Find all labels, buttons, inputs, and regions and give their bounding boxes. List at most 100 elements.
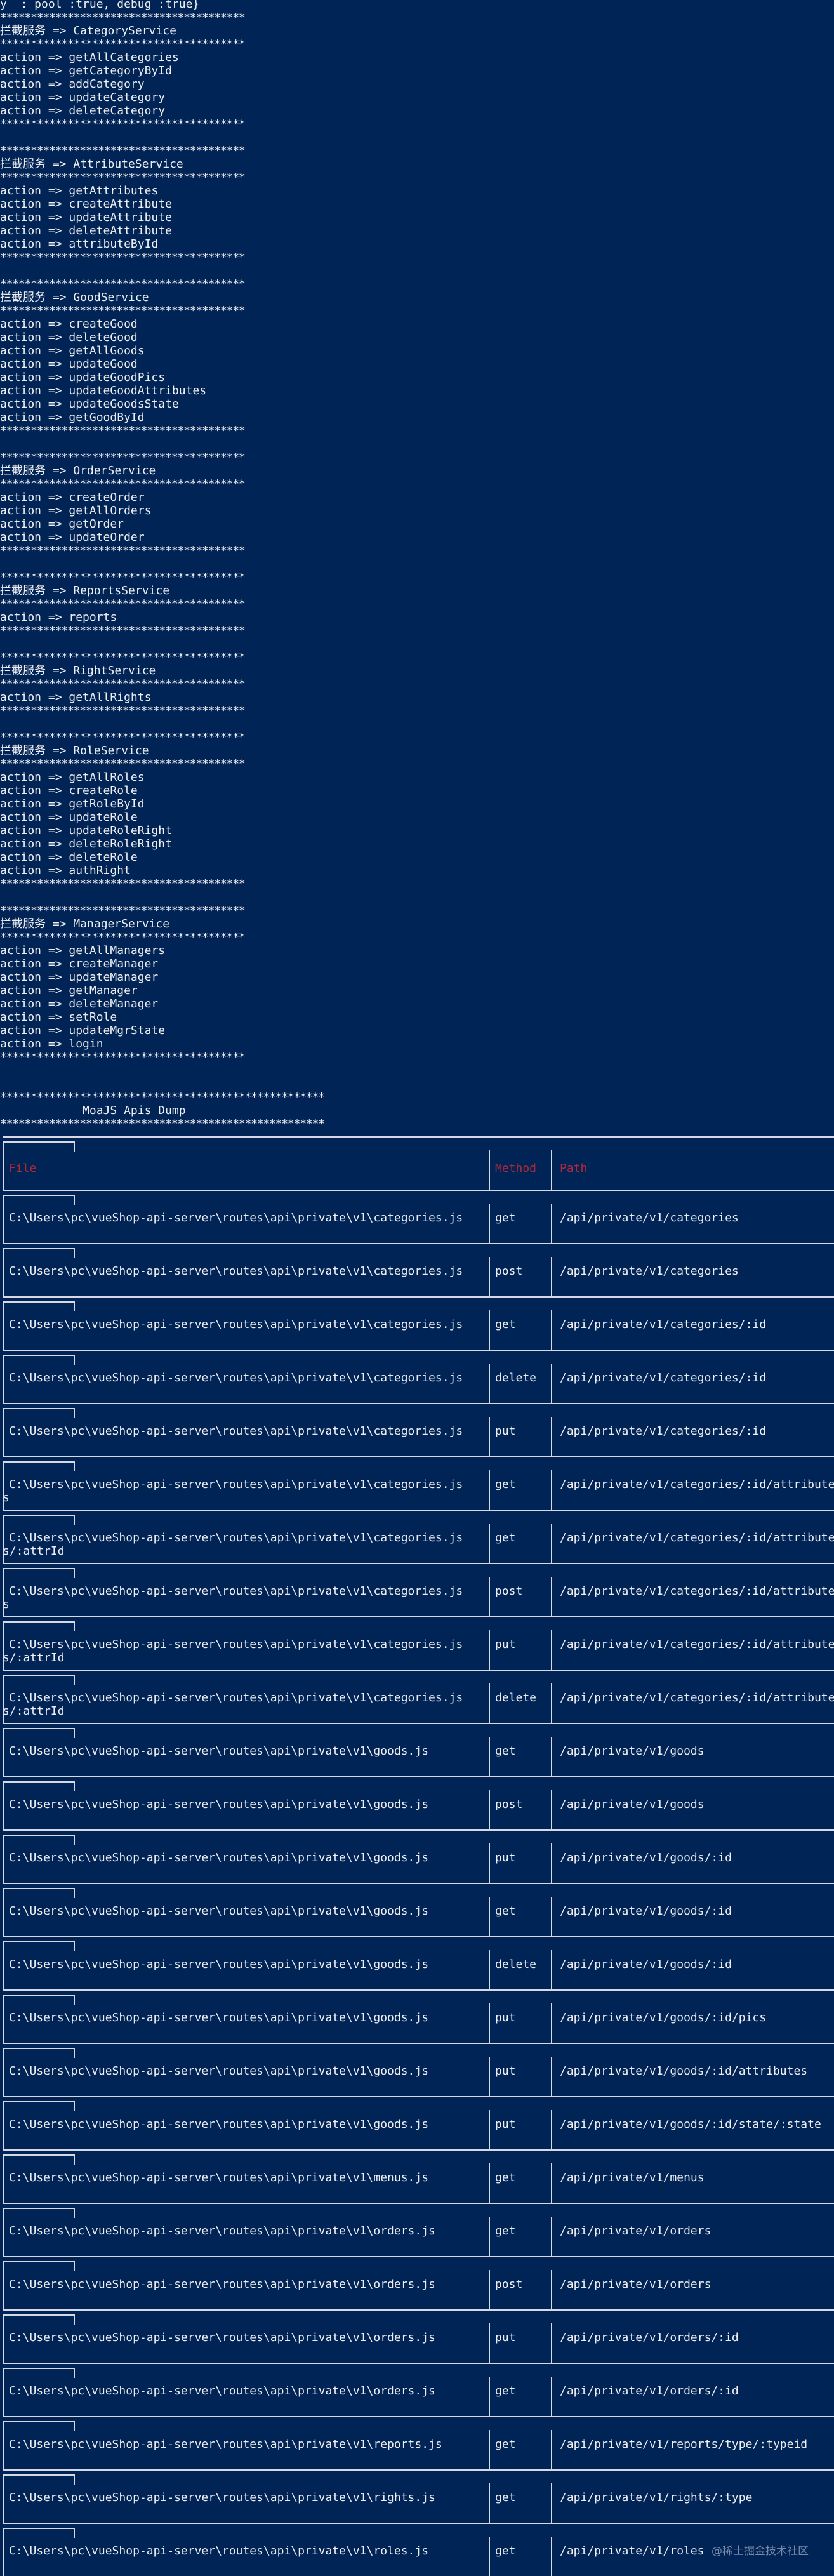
path-cell: /api/private/v1/orders (560, 2224, 712, 2238)
separator-line: ****************************************… (0, 1091, 325, 1104)
table-row: C:\Users\pc\vueShop-api-server\routes\ap… (0, 1936, 834, 1989)
file-cell: C:\Users\pc\vueShop-api-server\routes\ap… (9, 1531, 463, 1544)
action-line: action => deleteManager (0, 997, 159, 1011)
separator-line: **************************************** (0, 251, 246, 264)
method-cell: get (495, 1211, 516, 1225)
service-title: 拦截服务 => RoleService (0, 744, 149, 757)
table-row: C:\Users\pc\vueShop-api-server\routes\ap… (0, 1989, 834, 2043)
table-row: C:\Users\pc\vueShop-api-server\routes\ap… (0, 1616, 834, 1670)
table-row: C:\Users\pc\vueShop-api-server\routes\ap… (0, 1563, 834, 1616)
path-cell: /api/private/v1/rights/:type (560, 2491, 753, 2504)
path-cell: /api/private/v1/goods/:id (560, 1851, 732, 1864)
action-line: action => updateManager (0, 971, 159, 984)
file-cell: C:\Users\pc\vueShop-api-server\routes\ap… (9, 1371, 463, 1384)
action-line: action => getCategoryById (0, 64, 172, 77)
path-wrap-cell: s (3, 1491, 10, 1504)
action-line: action => updateRole (0, 811, 138, 824)
method-cell: put (495, 2011, 516, 2024)
file-cell: C:\Users\pc\vueShop-api-server\routes\ap… (9, 1265, 463, 1278)
separator-line: **************************************** (0, 677, 246, 691)
table-row: C:\Users\pc\vueShop-api-server\routes\ap… (0, 2416, 834, 2469)
method-cell: get (495, 1904, 516, 1918)
path-cell: Path (560, 1162, 588, 1175)
separator-line: **************************************** (0, 757, 246, 771)
file-cell: C:\Users\pc\vueShop-api-server\routes\ap… (9, 2224, 435, 2238)
action-line: action => createRole (0, 784, 138, 797)
path-cell: /api/private/v1/goods/:id/attributes (560, 2064, 808, 2078)
separator-line: **************************************** (0, 704, 246, 717)
path-cell: /api/private/v1/categories/:id/attribute (560, 1478, 834, 1491)
file-cell: C:\Users\pc\vueShop-api-server\routes\ap… (9, 1851, 429, 1864)
action-line: action => getOrder (0, 517, 124, 531)
path-cell: /api/private/v1/categories (560, 1265, 739, 1278)
table-row: C:\Users\pc\vueShop-api-server\routes\ap… (0, 1510, 834, 1563)
separator-line: **************************************** (0, 651, 246, 664)
path-cell: /api/private/v1/categories (560, 1211, 739, 1225)
method-cell: put (495, 2331, 516, 2344)
separator-line: **************************************** (0, 451, 246, 464)
watermark: @稀土掘金技术社区 (712, 2545, 809, 2558)
method-cell: delete (495, 1691, 537, 1704)
action-line: action => getAllRights (0, 691, 152, 704)
separator-line: **************************************** (0, 624, 246, 637)
file-cell: C:\Users\pc\vueShop-api-server\routes\ap… (9, 2118, 429, 2131)
action-line: action => reports (0, 611, 117, 624)
path-cell: /api/private/v1/orders/:id (560, 2331, 739, 2344)
separator-line: **************************************** (0, 477, 246, 491)
action-line: action => updateAttribute (0, 211, 172, 224)
table-row: C:\Users\pc\vueShop-api-server\routes\ap… (0, 2256, 834, 2309)
file-cell: C:\Users\pc\vueShop-api-server\routes\ap… (9, 2011, 429, 2024)
action-line: action => deleteGood (0, 331, 138, 344)
action-line: action => updateRoleRight (0, 824, 172, 837)
table-row: C:\Users\pc\vueShop-api-server\routes\ap… (0, 2149, 834, 2203)
method-cell: get (495, 2544, 516, 2558)
file-cell: C:\Users\pc\vueShop-api-server\routes\ap… (9, 1691, 463, 1704)
action-line: action => getRoleById (0, 797, 145, 811)
method-cell: get (495, 1318, 516, 1331)
method-cell: post (495, 1265, 523, 1278)
action-line: action => getAllRoles (0, 771, 145, 784)
action-line: action => deleteRole (0, 851, 138, 864)
action-line: action => deleteCategory (0, 104, 166, 117)
path-cell: /api/private/v1/orders (560, 2278, 712, 2291)
action-line: action => setRole (0, 1011, 117, 1024)
action-line: action => updateCategory (0, 91, 166, 104)
file-cell: C:\Users\pc\vueShop-api-server\routes\ap… (9, 2064, 429, 2078)
separator-line: **************************************** (0, 597, 246, 611)
table-row: C:\Users\pc\vueShop-api-server\routes\ap… (0, 1723, 834, 1776)
table-row: C:\Users\pc\vueShop-api-server\routes\ap… (0, 1776, 834, 1829)
method-cell: delete (495, 1371, 537, 1384)
file-cell: C:\Users\pc\vueShop-api-server\routes\ap… (9, 2438, 442, 2451)
action-line: action => getManager (0, 984, 138, 997)
path-cell: /api/private/v1/categories/:id/attribute (560, 1691, 834, 1704)
path-cell: /api/private/v1/goods (560, 1744, 705, 1758)
method-cell: get (495, 1531, 516, 1544)
path-cell: /api/private/v1/goods (560, 1798, 705, 1811)
action-line: action => deleteRoleRight (0, 837, 172, 851)
method-cell: get (495, 2384, 516, 2398)
action-line: action => login (0, 1037, 103, 1051)
table-row: C:\Users\pc\vueShop-api-server\routes\ap… (0, 1670, 834, 1723)
action-line: action => addCategory (0, 77, 145, 91)
separator-line: **************************************** (0, 277, 246, 291)
separator-line: **************************************** (0, 904, 246, 917)
table-row: C:\Users\pc\vueShop-api-server\routes\ap… (0, 1883, 834, 1936)
action-line: action => updateGoodAttributes (0, 384, 207, 397)
path-cell: /api/private/v1/roles (560, 2544, 705, 2558)
action-line: action => authRight (0, 864, 131, 877)
action-line: action => getAllOrders (0, 504, 152, 517)
action-line: action => createManager (0, 957, 159, 971)
path-cell: /api/private/v1/categories/:id (560, 1371, 767, 1384)
table-row: C:\Users\pc\vueShop-api-server\routes\ap… (0, 2043, 834, 2096)
method-cell: get (495, 2224, 516, 2238)
path-cell: /api/private/v1/reports/type/:typeid (560, 2438, 808, 2451)
method-cell: get (495, 1744, 516, 1758)
service-title: 拦截服务 => OrderService (0, 464, 156, 477)
path-cell: /api/private/v1/orders/:id (560, 2384, 739, 2398)
file-cell: C:\Users\pc\vueShop-api-server\routes\ap… (9, 1744, 429, 1758)
method-cell: put (495, 2118, 516, 2131)
file-cell: C:\Users\pc\vueShop-api-server\routes\ap… (9, 1638, 463, 1651)
action-line: action => deleteAttribute (0, 224, 172, 237)
separator-line: **************************************** (0, 571, 246, 584)
config-line: y : pool :true, debug :true} (0, 0, 200, 11)
